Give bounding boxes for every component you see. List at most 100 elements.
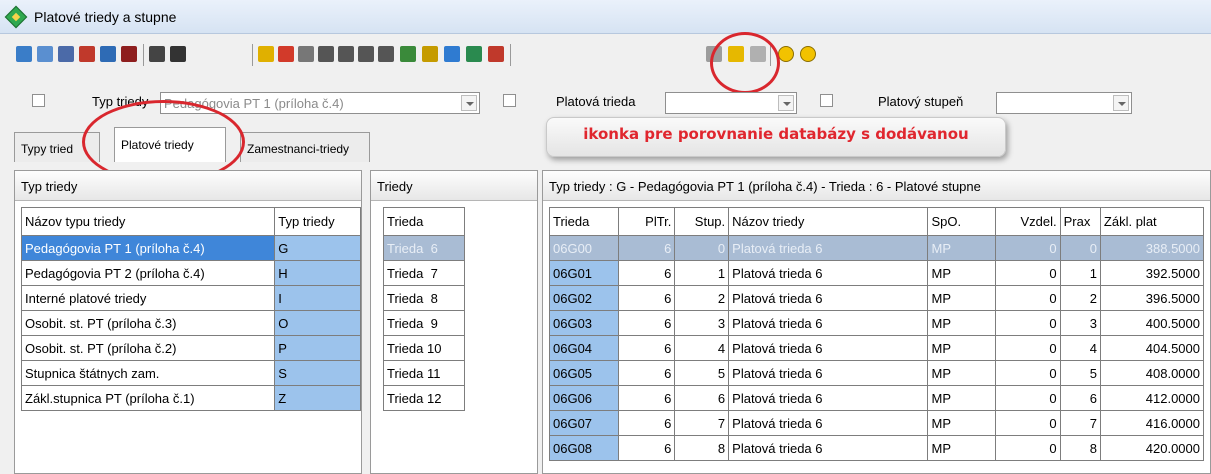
prax-cell: 0 [1059, 235, 1101, 261]
col-stup[interactable]: Stup. [674, 207, 730, 236]
stupen-combo[interactable] [996, 92, 1132, 114]
trieda-code-cell: 06G02 [548, 285, 620, 311]
spo-cell: MP [927, 360, 996, 386]
chevron-down-icon[interactable] [1113, 95, 1129, 111]
table-icon[interactable] [58, 46, 74, 62]
table-row[interactable]: Trieda 7 [383, 260, 465, 286]
stup-cell: 2 [674, 285, 730, 311]
class-cell: Trieda 12 [383, 385, 465, 411]
table-row[interactable]: Zákl.stupnica PT (príloha č.1) Z [20, 385, 361, 411]
table-row[interactable]: Pedagógovia PT 2 (príloha č.4) H [20, 260, 361, 286]
type-code-cell: I [274, 285, 361, 311]
table-row[interactable]: Trieda 8 [383, 285, 465, 311]
col-prax[interactable]: Prax [1059, 207, 1101, 236]
grades-panel-header: Typ triedy : G - Pedagógovia PT 1 (prílo… [543, 171, 1210, 201]
chevron-down-icon[interactable] [461, 95, 477, 111]
table-row[interactable]: Trieda 11 [383, 360, 465, 386]
filter-icon[interactable] [258, 46, 274, 62]
table-row[interactable]: Trieda 10 [383, 335, 465, 361]
vzdel-cell: 0 [994, 310, 1061, 336]
table-row[interactable]: 06G01 6 1 Platová trieda 6 MP 0 1 392.5000 [548, 260, 1205, 286]
platova-combo[interactable] [665, 92, 797, 114]
nazov-triedy-cell: Platová trieda 6 [728, 285, 929, 311]
sort-icon[interactable] [298, 46, 314, 62]
first-record-icon[interactable] [16, 46, 32, 62]
zakl-plat-cell: 408.0000 [1099, 360, 1205, 386]
nazov-triedy-cell: Platová trieda 6 [728, 260, 929, 286]
zakl-plat-cell: 416.0000 [1099, 410, 1205, 436]
table-row[interactable]: 06G04 6 4 Platová trieda 6 MP 0 4 404.5000 [548, 335, 1205, 361]
stup-cell: 0 [674, 235, 730, 261]
col-spo[interactable]: SpO. [927, 207, 996, 236]
table-row[interactable]: 06G08 6 8 Platová trieda 6 MP 0 8 420.0000 [548, 435, 1205, 461]
next-icon[interactable] [358, 46, 374, 62]
grid-icon[interactable] [37, 46, 53, 62]
col-vzdel[interactable]: Vzdel. [994, 207, 1061, 236]
chevron-down-icon[interactable] [778, 95, 794, 111]
type-code-cell: P [274, 335, 361, 361]
calculator-icon[interactable] [422, 46, 438, 62]
prev-icon[interactable] [338, 46, 354, 62]
platova-checkbox[interactable] [503, 94, 516, 107]
table-row[interactable]: 06G07 6 7 Platová trieda 6 MP 0 7 416.0000 [548, 410, 1205, 436]
col-zakl-plat[interactable]: Zákl. plat [1099, 207, 1205, 236]
toolbar-separator [510, 44, 511, 66]
col-trieda-code[interactable]: Trieda [548, 207, 620, 236]
toolbar-separator [143, 44, 144, 66]
trieda-code-cell: 06G05 [548, 360, 620, 386]
import-icon[interactable] [466, 46, 482, 62]
table-row[interactable]: Osobit. st. PT (príloha č.2) P [20, 335, 361, 361]
stup-cell: 8 [674, 435, 730, 461]
col-nazov[interactable]: Názov typu triedy [20, 207, 276, 236]
table-row[interactable]: Osobit. st. PT (príloha č.3) O [20, 310, 361, 336]
table-row[interactable]: 06G03 6 3 Platová trieda 6 MP 0 3 400.5000 [548, 310, 1205, 336]
pltr-cell: 6 [618, 335, 676, 361]
typ-checkbox[interactable] [32, 94, 45, 107]
export-icon[interactable] [444, 46, 460, 62]
table-row[interactable]: 06G05 6 5 Platová trieda 6 MP 0 5 408.0000 [548, 360, 1205, 386]
tab-zamestnanci-triedy[interactable]: Zamestnanci-triedy [240, 132, 370, 162]
class-cell: Trieda 8 [383, 285, 465, 311]
table-row[interactable]: 06G00 6 0 Platová trieda 6 MP 0 0 388.5000 [548, 235, 1205, 261]
table-row[interactable]: Stupnica štátnych zam. S [20, 360, 361, 386]
print-icon[interactable] [149, 46, 165, 62]
col-typ[interactable]: Typ triedy [274, 207, 361, 236]
zakl-plat-cell: 412.0000 [1099, 385, 1205, 411]
type-code-cell: G [274, 235, 361, 261]
table-row[interactable]: Trieda 6 [383, 235, 465, 261]
table-row[interactable]: Interné platové triedy I [20, 285, 361, 311]
copy-icon[interactable] [100, 46, 116, 62]
edit-icon[interactable] [79, 46, 95, 62]
clear-filter-icon[interactable] [278, 46, 294, 62]
col-pltr[interactable]: PlTr. [618, 207, 676, 236]
search-icon[interactable] [400, 46, 416, 62]
types-panel-header: Typ triedy [15, 171, 361, 201]
option-2-icon[interactable] [800, 46, 816, 62]
delete-icon[interactable] [121, 46, 137, 62]
option-1-icon[interactable] [778, 46, 794, 62]
table-row[interactable]: 06G06 6 6 Platová trieda 6 MP 0 6 412.0000 [548, 385, 1205, 411]
vzdel-cell: 0 [994, 235, 1061, 261]
pltr-cell: 6 [618, 360, 676, 386]
transfer-icon[interactable] [488, 46, 504, 62]
table-row[interactable]: Pedagógovia PT 1 (príloha č.4) G [20, 235, 361, 261]
table-row[interactable]: 06G02 6 2 Platová trieda 6 MP 0 2 396.5000 [548, 285, 1205, 311]
table-row[interactable]: Trieda 9 [383, 310, 465, 336]
first-icon[interactable] [318, 46, 334, 62]
type-code-cell: Z [274, 385, 361, 411]
vzdel-cell: 0 [994, 385, 1061, 411]
stupen-label: Platový stupeň [878, 94, 964, 109]
last-icon[interactable] [378, 46, 394, 62]
pltr-cell: 6 [618, 235, 676, 261]
nazov-triedy-cell: Platová trieda 6 [728, 310, 929, 336]
table-row[interactable]: Trieda 12 [383, 385, 465, 411]
col-trieda[interactable]: Trieda [383, 207, 465, 236]
preview-icon[interactable] [170, 46, 186, 62]
trieda-code-cell: 06G01 [548, 260, 620, 286]
stupen-checkbox[interactable] [820, 94, 833, 107]
col-nazov-triedy[interactable]: Názov triedy [728, 207, 929, 236]
toolbar [0, 34, 1211, 80]
prax-cell: 8 [1059, 435, 1101, 461]
vzdel-cell: 0 [994, 260, 1061, 286]
class-cell: Trieda 10 [383, 335, 465, 361]
